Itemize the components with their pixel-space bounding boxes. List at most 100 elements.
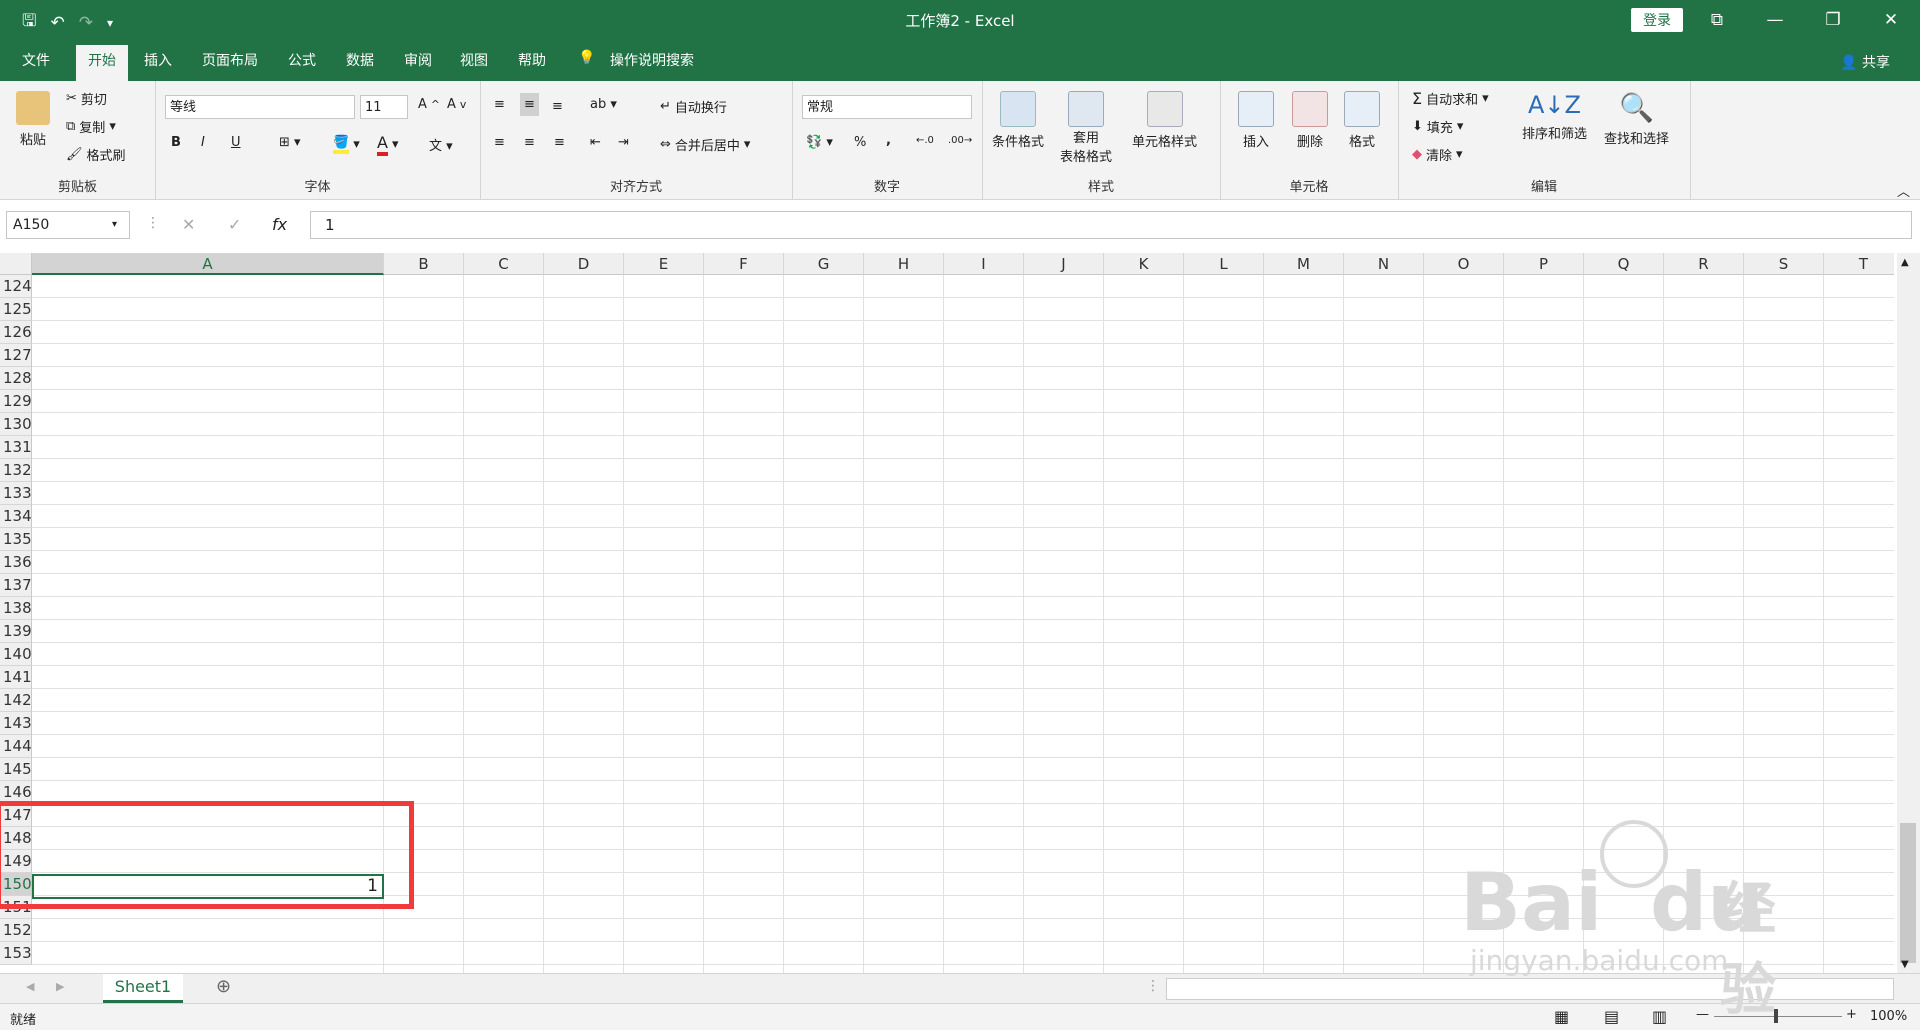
row-header-130[interactable]: 130 xyxy=(0,413,32,436)
cell-styles-button[interactable]: 单元格样式 xyxy=(1132,91,1197,150)
align-center-icon[interactable]: ≡ xyxy=(524,135,535,150)
format-painter-button[interactable]: 🖌 格式刷 xyxy=(66,145,126,164)
bold-button[interactable]: B xyxy=(171,135,181,150)
column-header-q[interactable]: Q xyxy=(1584,253,1664,275)
decrease-decimal-icon[interactable]: .00→ xyxy=(948,135,972,146)
row-header-153[interactable]: 153 xyxy=(0,942,32,965)
merge-center-button[interactable]: ⇔ 合并后居中 ▾ xyxy=(660,135,750,154)
column-header-b[interactable]: B xyxy=(384,253,464,275)
column-header-i[interactable]: I xyxy=(944,253,1024,275)
row-header-135[interactable]: 135 xyxy=(0,528,32,551)
scroll-down-icon[interactable]: ▼ xyxy=(1901,959,1909,970)
row-header-125[interactable]: 125 xyxy=(0,298,32,321)
column-header-o[interactable]: O xyxy=(1424,253,1504,275)
orientation-icon[interactable]: ab ▾ xyxy=(590,97,617,112)
paste-button[interactable]: 粘贴 xyxy=(16,91,50,148)
fill-color-icon[interactable]: 🪣 ▾ xyxy=(333,135,360,154)
column-header-s[interactable]: S xyxy=(1744,253,1824,275)
tell-me-search[interactable]: 操作说明搜索 xyxy=(610,50,694,70)
fx-icon[interactable]: fx xyxy=(272,215,287,234)
increase-decimal-icon[interactable]: ←.0 xyxy=(916,135,934,146)
insert-cells-button[interactable]: 插入 xyxy=(1238,91,1274,150)
column-header-r[interactable]: R xyxy=(1664,253,1744,275)
sheet-tab[interactable]: Sheet1 xyxy=(103,974,183,1003)
column-header-t[interactable]: T xyxy=(1824,253,1894,275)
page-layout-view-icon[interactable]: ▤ xyxy=(1604,1007,1619,1026)
row-header-124[interactable]: 124 xyxy=(0,275,32,298)
find-select-button[interactable]: 🔍 查找和选择 xyxy=(1604,91,1669,147)
align-bottom-icon[interactable]: ≡ xyxy=(552,99,563,114)
number-format-select[interactable]: 常规 xyxy=(802,95,972,119)
row-header-134[interactable]: 134 xyxy=(0,505,32,528)
column-header-n[interactable]: N xyxy=(1344,253,1424,275)
align-right-icon[interactable]: ≡ xyxy=(554,135,565,150)
restore-icon[interactable]: ❐ xyxy=(1804,0,1862,40)
cancel-icon[interactable]: ✕ xyxy=(182,215,195,234)
clear-button[interactable]: ◆ 清除 ▾ xyxy=(1412,145,1463,164)
column-header-l[interactable]: L xyxy=(1184,253,1264,275)
row-header-144[interactable]: 144 xyxy=(0,735,32,758)
column-header-j[interactable]: J xyxy=(1024,253,1104,275)
row-header-152[interactable]: 152 xyxy=(0,919,32,942)
delete-cells-button[interactable]: 删除 xyxy=(1292,91,1328,150)
minimize-icon[interactable]: — xyxy=(1746,0,1804,40)
comma-button[interactable]: , xyxy=(886,133,891,148)
page-break-view-icon[interactable]: ▥ xyxy=(1652,1007,1667,1026)
login-button[interactable]: 登录 xyxy=(1631,8,1683,32)
row-header-137[interactable]: 137 xyxy=(0,574,32,597)
row-header-132[interactable]: 132 xyxy=(0,459,32,482)
column-header-k[interactable]: K xyxy=(1104,253,1184,275)
add-sheet-icon[interactable]: ⊕ xyxy=(216,976,231,997)
collapse-ribbon-icon[interactable]: ︿ xyxy=(1897,181,1910,200)
column-header-p[interactable]: P xyxy=(1504,253,1584,275)
percent-button[interactable]: % xyxy=(854,135,866,150)
column-header-f[interactable]: F xyxy=(704,253,784,275)
row-header-128[interactable]: 128 xyxy=(0,367,32,390)
vertical-scrollbar[interactable]: ▲ ▼ xyxy=(1897,253,1920,973)
tab-help[interactable]: 帮助 xyxy=(518,50,546,70)
italic-button[interactable]: I xyxy=(201,135,205,150)
font-name-select[interactable]: 等线 xyxy=(165,95,355,119)
scroll-up-icon[interactable]: ▲ xyxy=(1901,257,1909,268)
prev-sheet-icon[interactable]: ◀ xyxy=(26,980,34,993)
ribbon-display-icon[interactable]: ⧉ xyxy=(1688,0,1746,40)
share-button[interactable]: 👤 共享 xyxy=(1840,52,1890,72)
align-left-icon[interactable]: ≡ xyxy=(494,135,505,150)
column-header-d[interactable]: D xyxy=(544,253,624,275)
normal-view-icon[interactable]: ▦ xyxy=(1554,1007,1569,1026)
sort-filter-button[interactable]: A↓Z 排序和筛选 xyxy=(1522,91,1587,142)
tab-view[interactable]: 视图 xyxy=(460,50,488,70)
scroll-thumb[interactable] xyxy=(1900,823,1916,963)
enter-icon[interactable]: ✓ xyxy=(228,215,241,234)
row-header-139[interactable]: 139 xyxy=(0,620,32,643)
tab-data[interactable]: 数据 xyxy=(346,50,374,70)
format-cells-button[interactable]: 格式 xyxy=(1344,91,1380,150)
autosum-button[interactable]: Σ 自动求和 ▾ xyxy=(1412,89,1489,108)
tab-insert[interactable]: 插入 xyxy=(144,50,172,70)
currency-icon[interactable]: 💱 ▾ xyxy=(806,135,833,150)
name-box-chevron-icon[interactable]: ▾ xyxy=(112,219,117,230)
zoom-out-icon[interactable]: — xyxy=(1696,1007,1709,1022)
cut-button[interactable]: ✂ 剪切 xyxy=(66,89,107,108)
split-handle-icon[interactable]: ⋮ xyxy=(1146,978,1160,994)
borders-icon[interactable]: ⊞ ▾ xyxy=(279,135,301,150)
copy-button[interactable]: ⧉ 复制 ▾ xyxy=(66,117,116,136)
fill-button[interactable]: ⬇ 填充 ▾ xyxy=(1412,117,1463,136)
row-header-145[interactable]: 145 xyxy=(0,758,32,781)
phonetic-icon[interactable]: 文 ▾ xyxy=(429,135,453,154)
zoom-in-icon[interactable]: + xyxy=(1846,1007,1857,1022)
increase-font-icon[interactable]: A ^ xyxy=(418,97,440,112)
wrap-text-button[interactable]: ↵ 自动换行 xyxy=(660,97,727,116)
row-header-129[interactable]: 129 xyxy=(0,390,32,413)
row-header-141[interactable]: 141 xyxy=(0,666,32,689)
row-header-143[interactable]: 143 xyxy=(0,712,32,735)
row-header-126[interactable]: 126 xyxy=(0,321,32,344)
row-header-131[interactable]: 131 xyxy=(0,436,32,459)
column-header-e[interactable]: E xyxy=(624,253,704,275)
row-header-142[interactable]: 142 xyxy=(0,689,32,712)
decrease-font-icon[interactable]: Av xyxy=(447,97,466,112)
font-color-icon[interactable]: A ▾ xyxy=(377,133,398,156)
tab-review[interactable]: 审阅 xyxy=(404,50,432,70)
column-header-h[interactable]: H xyxy=(864,253,944,275)
conditional-format-button[interactable]: 条件格式 xyxy=(992,91,1044,150)
